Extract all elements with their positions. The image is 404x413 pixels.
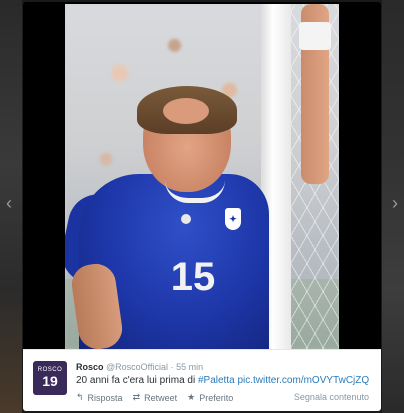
tweet-pic-link[interactable]: pic.twitter.com/mOVYTwCjZQ — [237, 375, 369, 386]
report-content-link[interactable]: Segnala contenuto — [294, 392, 369, 402]
avatar[interactable]: ROSCO 19 — [33, 361, 67, 395]
tweet-author-name[interactable]: Rosco — [76, 362, 104, 372]
tweet-hashtag-link[interactable]: #Paletta — [198, 375, 235, 386]
tweet-card: ROSCO 19 Rosco @RoscoOfficial · 55 min 2… — [23, 349, 381, 411]
retweet-label: Retweet — [144, 392, 178, 403]
photo-jersey-number: 15 — [170, 255, 216, 299]
reply-button[interactable]: ↰ Risposta — [76, 392, 123, 403]
tweet-actions: ↰ Risposta ⇄ Retweet ★ Preferito — [76, 392, 233, 403]
tweet-text-prefix: 20 anni fa c'era lui prima di — [76, 375, 198, 386]
tweet-text: 20 anni fa c'era lui prima di #Paletta p… — [76, 375, 369, 386]
chevron-right-icon[interactable]: › — [388, 192, 402, 214]
favorite-star-icon: ★ — [187, 392, 196, 402]
favorite-button[interactable]: ★ Preferito — [187, 392, 233, 403]
photo-sponsor-logo — [181, 214, 191, 224]
tweet-author-handle[interactable]: @RoscoOfficial — [106, 362, 168, 372]
reply-icon: ↰ — [76, 392, 84, 402]
reply-label: Risposta — [87, 392, 123, 403]
retweet-icon: ⇄ — [132, 392, 141, 402]
tweet-separator: · — [170, 362, 174, 372]
avatar-number: 19 — [42, 373, 58, 389]
photo-wristband — [299, 22, 331, 50]
retweet-button[interactable]: ⇄ Retweet — [133, 392, 178, 403]
media-lightbox: ✦ 15 ROSCO 19 Rosco @RoscoOfficial · 55 … — [23, 2, 381, 411]
photo-player-forehead — [163, 98, 209, 124]
favorite-label: Preferito — [199, 392, 234, 403]
tweet-timestamp[interactable]: 55 min — [176, 362, 203, 372]
chevron-left-icon[interactable]: ‹ — [2, 192, 16, 214]
tweet-photo[interactable]: ✦ 15 — [65, 4, 339, 349]
tweet-header: Rosco @RoscoOfficial · 55 min — [76, 362, 203, 372]
photo-team-crest: ✦ — [225, 208, 241, 230]
